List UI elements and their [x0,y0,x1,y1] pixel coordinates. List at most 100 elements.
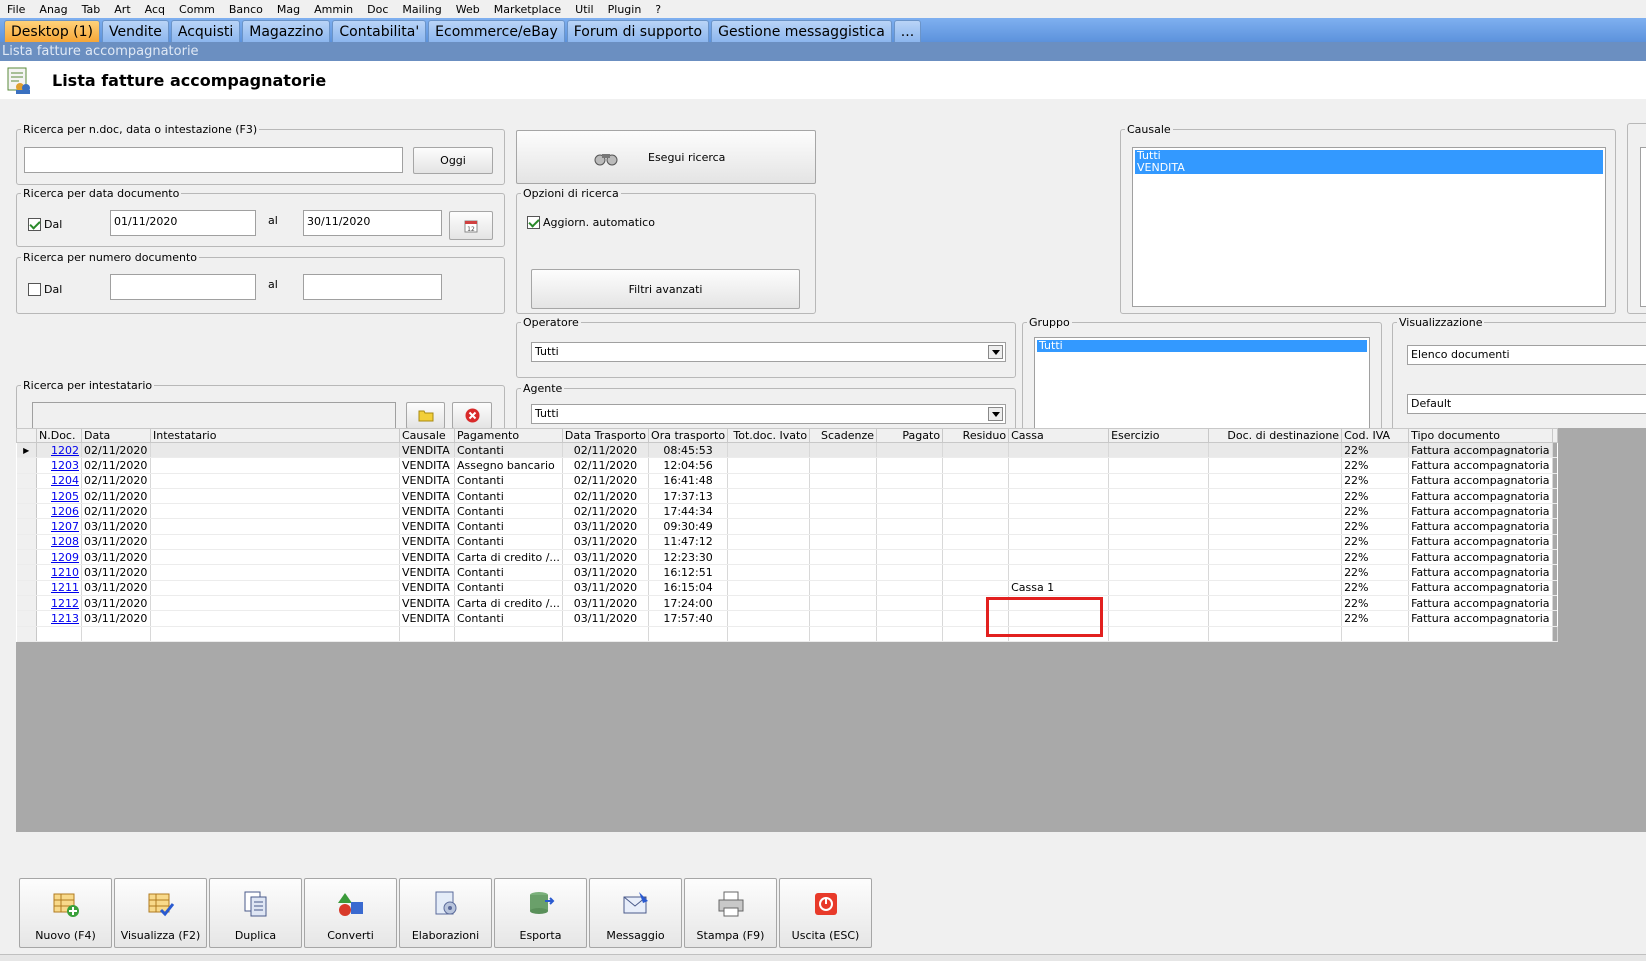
table-cell[interactable] [1208,549,1343,566]
table-row[interactable]: 1213 03/11/2020 VENDITA Contanti 03/11/2020 1… [16,610,1558,627]
date-from-input[interactable]: 01/11/2020 [110,210,256,236]
cell-causale[interactable]: VENDITA [399,564,455,581]
cell-cassa[interactable] [1008,488,1110,505]
table-cell[interactable] [809,610,878,627]
grid-column-header[interactable]: Tot.doc. Ivato [727,428,811,443]
cell-tipo[interactable]: Fattura accompagnatoria [1408,595,1553,612]
table-cell[interactable] [150,610,400,627]
module-tab[interactable]: ... [893,20,922,42]
number-from-check-box[interactable] [28,283,41,296]
date-to-input[interactable]: 30/11/2020 [303,210,442,236]
table-cell[interactable] [1108,626,1210,642]
cell-data[interactable]: 02/11/2020 [81,503,151,520]
cell-data-trasporto[interactable]: 03/11/2020 [562,518,650,535]
auto-update-check-box[interactable] [527,216,540,229]
menu-item[interactable]: Banco [222,3,270,16]
cell-data-trasporto[interactable]: 02/11/2020 [562,503,650,520]
cell-cassa[interactable] [1008,564,1110,581]
table-cell[interactable] [150,503,400,520]
table-cell[interactable] [727,626,811,642]
table-cell[interactable] [876,503,944,520]
cell-pagamento[interactable]: Contanti [454,564,563,581]
grid-column-header[interactable]: Pagato [876,428,944,443]
cell-data[interactable]: 02/11/2020 [81,488,151,505]
table-cell[interactable] [1108,473,1210,489]
grid-column-header[interactable]: Cod. IVA [1341,428,1410,443]
cell-ndoc[interactable]: 1203 [36,457,82,474]
menu-item[interactable]: Util [568,3,600,16]
cell-ora-trasporto[interactable]: 17:57:40 [648,610,729,627]
table-cell[interactable] [809,595,878,612]
gruppo-listbox[interactable]: Tutti [1034,337,1370,432]
table-cell[interactable] [727,518,811,535]
visualizzazione-layout-select[interactable]: Default [1407,394,1646,414]
cell-ora-trasporto[interactable]: 17:44:34 [648,503,729,520]
duplica-button[interactable]: Duplica [209,878,302,948]
cell-ora-trasporto[interactable]: 16:12:51 [648,564,729,581]
table-cell[interactable] [809,473,878,489]
table-cell[interactable] [876,534,944,551]
cell-ndoc[interactable]: 1204 [36,473,82,489]
table-row[interactable] [16,626,1558,642]
cell-pagamento[interactable]: Contanti [454,518,563,535]
date-from-checkbox[interactable]: Dal [28,218,62,231]
table-cell[interactable] [1208,626,1343,642]
cell-tipo[interactable]: Fattura accompagnatoria [1408,610,1553,627]
table-cell[interactable] [399,626,455,642]
cell-cod-iva[interactable]: 22% [1341,564,1410,581]
cell-pagamento[interactable]: Contanti [454,534,563,551]
menu-item[interactable]: Mag [270,3,307,16]
table-cell[interactable] [1108,534,1210,551]
table-cell[interactable] [1208,473,1343,489]
cell-data-trasporto[interactable]: 03/11/2020 [562,534,650,551]
table-cell[interactable] [36,626,82,642]
row-indicator[interactable] [16,488,37,505]
table-cell[interactable] [1208,442,1343,459]
table-row[interactable]: 1210 03/11/2020 VENDITA Contanti 03/11/2020 1… [16,564,1558,581]
row-indicator[interactable] [16,473,37,489]
cell-cod-iva[interactable]: 22% [1341,473,1410,489]
table-row[interactable]: 1207 03/11/2020 VENDITA Contanti 03/11/2020 0… [16,518,1558,535]
table-row[interactable]: ▶ 1202 02/11/2020 VENDITA Contanti 02/11/2020… [16,442,1558,459]
number-to-input[interactable] [303,274,442,300]
grid-column-header[interactable]: N.Doc. [36,428,82,443]
cell-ndoc[interactable]: 1212 [36,595,82,612]
cell-pagamento[interactable]: Contanti [454,580,563,596]
cell-ora-trasporto[interactable]: 12:04:56 [648,457,729,474]
table-cell[interactable] [809,564,878,581]
cell-ora-trasporto[interactable]: 08:45:53 [648,442,729,459]
cell-pagamento[interactable]: Contanti [454,610,563,627]
cell-cassa[interactable] [1008,473,1110,489]
cell-cod-iva[interactable]: 22% [1341,549,1410,566]
cell-data[interactable]: 03/11/2020 [81,564,151,581]
cell-data[interactable]: 03/11/2020 [81,595,151,612]
table-cell[interactable] [648,626,729,642]
row-indicator[interactable] [16,580,37,596]
row-indicator[interactable] [16,595,37,612]
cell-ndoc[interactable]: 1206 [36,503,82,520]
module-tab[interactable]: Magazzino [242,20,331,42]
table-cell[interactable] [150,549,400,566]
cell-tipo[interactable]: Fattura accompagnatoria [1408,564,1553,581]
advanced-filters-button[interactable]: Filtri avanzati [531,269,800,309]
causale-listbox[interactable]: Tutti VENDITA [1132,147,1606,307]
row-indicator[interactable]: ▶ [16,442,37,459]
cell-causale[interactable]: VENDITA [399,473,455,489]
cell-pagamento[interactable]: Carta di credito /... [454,595,563,612]
cell-cod-iva[interactable]: 22% [1341,595,1410,612]
menu-item[interactable]: Tab [75,3,108,16]
table-cell[interactable] [1208,457,1343,474]
cell-ndoc[interactable]: 1213 [36,610,82,627]
cell-tipo[interactable]: Fattura accompagnatoria [1408,503,1553,520]
cell-causale[interactable]: VENDITA [399,580,455,596]
table-cell[interactable] [942,518,1010,535]
module-tab[interactable]: Acquisti [170,20,241,42]
table-cell[interactable] [150,534,400,551]
module-tab[interactable]: Contabilita' [332,20,427,42]
cell-pagamento[interactable]: Contanti [454,473,563,489]
table-cell[interactable] [727,595,811,612]
table-cell[interactable] [1341,626,1410,642]
visualizza-button[interactable]: Visualizza (F2) [114,878,207,948]
cell-data[interactable]: 02/11/2020 [81,457,151,474]
cell-data[interactable]: 03/11/2020 [81,518,151,535]
